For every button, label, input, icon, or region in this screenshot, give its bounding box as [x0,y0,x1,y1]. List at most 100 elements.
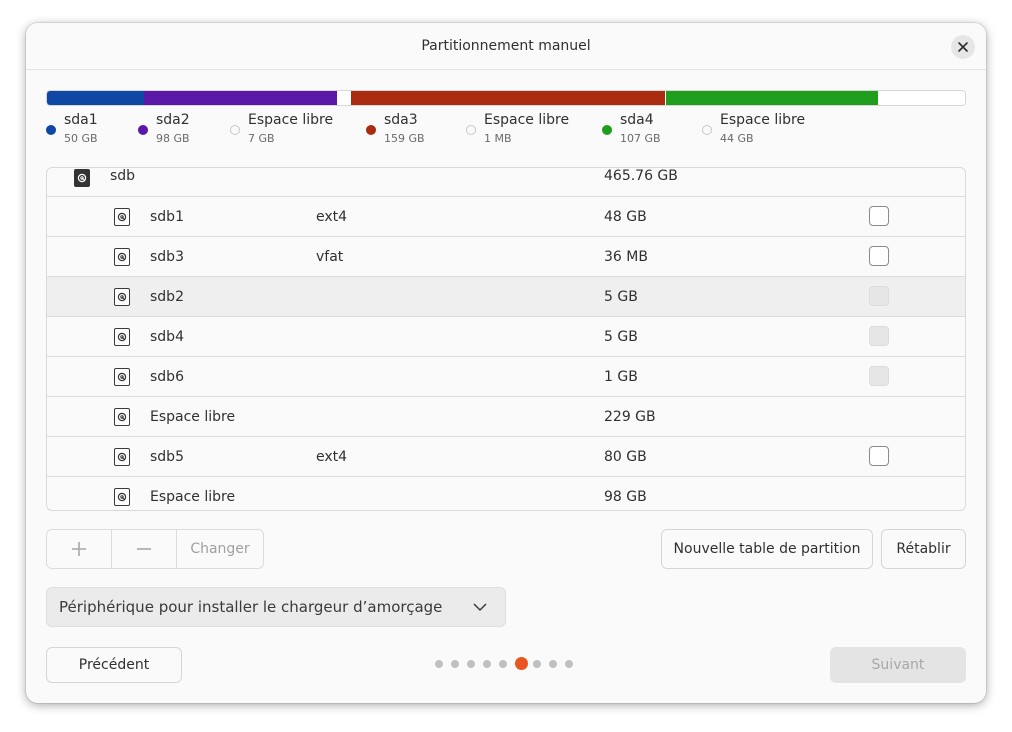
partition-name: sdb3 [150,249,184,265]
next-button[interactable]: Suivant [830,647,966,683]
page-dot-active [515,657,528,670]
legend-size: 7 GB [248,132,275,145]
partition-filesystem: ext4 [316,209,348,225]
partition-row[interactable]: sdb6 1 GB [47,356,965,396]
format-checkbox[interactable] [869,246,889,266]
window-title: Partitionnement manuel [421,38,591,54]
partition-edit-group: Changer [46,529,264,569]
partition-row[interactable]: sdb3 vfat 36 MB [47,236,965,276]
partition-name: sdb4 [150,329,184,345]
disk-row[interactable]: sdb 465.76 GB [47,168,965,196]
partition-size: 80 GB [604,449,647,465]
partition-icon [114,248,130,266]
legend-color-dot [230,125,240,135]
partition-size: 36 MB [604,249,648,265]
revert-button[interactable]: Rétablir [881,529,966,569]
partition-filesystem: ext4 [316,449,348,465]
legend-name: sda4 [620,112,654,128]
bootloader-device-label: Périphérique pour installer le chargeur … [59,598,443,616]
bootloader-device-dropdown[interactable]: Périphérique pour installer le chargeur … [46,587,506,627]
legend-size: 159 GB [384,132,425,145]
partition-size: 5 GB [604,329,638,345]
back-button[interactable]: Précédent [46,647,182,683]
partition-icon [114,288,130,306]
partition-row[interactable]: Espace libre 229 GB [47,396,965,436]
partition-size: 5 GB [604,289,638,305]
partition-name: sdb6 [150,369,184,385]
disk-name: sdb [110,168,136,184]
partition-icon [114,328,130,346]
page-dot [483,660,491,668]
new-partition-table-button[interactable]: Nouvelle table de partition [661,529,873,569]
format-checkbox[interactable] [869,206,889,226]
legend-name: Espace libre [484,112,570,128]
disk-icon [74,169,90,187]
legend-color-dot [466,125,476,135]
usage-segment [666,91,878,105]
legend-name: Espace libre [720,112,806,128]
legend-size: 1 MB [484,132,512,145]
change-button[interactable]: Changer [176,530,263,568]
format-checkbox [869,326,889,346]
partition-row[interactable]: sdb2 5 GB [47,276,965,316]
partition-row[interactable]: sdb5 ext4 80 GB [47,436,965,476]
partition-name: Espace libre [150,489,236,505]
legend-name: sda3 [384,112,418,128]
partition-name: sdb2 [150,289,184,305]
partition-name: Espace libre [150,409,236,425]
page-dot [499,660,507,668]
format-checkbox [869,286,889,306]
usage-segment [47,91,144,105]
legend-size: 44 GB [720,132,754,145]
partition-size: 229 GB [604,409,656,425]
remove-partition-button[interactable] [111,530,176,568]
partition-name: sdb1 [150,209,184,225]
plus-icon [72,542,86,556]
partition-icon [114,368,130,386]
legend-name: sda2 [156,112,190,128]
page-dot [435,660,443,668]
close-icon [958,42,968,52]
disk-usage-bar [46,90,966,106]
usage-legend: sda1 50 GB sda2 98 GB Espace libre 7 GB sda3 15… [26,112,986,152]
legend-size: 107 GB [620,132,661,145]
page-dot [533,660,541,668]
partition-icon [114,448,130,466]
usage-segment [878,91,965,105]
partition-table[interactable]: sdb 465.76 GB sdb1 ext4 48 GB sdb3 vfat 36 MB… [46,167,966,511]
legend-color-dot [602,125,612,135]
page-dot [467,660,475,668]
format-checkbox[interactable] [869,446,889,466]
format-checkbox [869,366,889,386]
disk-size: 465.76 GB [604,168,678,184]
legend-color-dot [702,125,712,135]
close-button[interactable] [951,35,975,59]
minus-icon [137,548,151,550]
partition-size: 1 GB [604,369,638,385]
partition-row[interactable]: Espace libre 98 GB [47,476,965,510]
page-dot [451,660,459,668]
partitioning-dialog: Partitionnement manuel sda1 50 GB sda2 98 G… [26,23,986,703]
chevron-down-icon [473,603,487,612]
title-bar: Partitionnement manuel [26,23,986,70]
usage-segment [351,91,665,105]
partition-size: 48 GB [604,209,647,225]
partition-icon [114,408,130,426]
partition-row[interactable]: sdb4 5 GB [47,316,965,356]
legend-color-dot [138,125,148,135]
legend-name: sda1 [64,112,98,128]
partition-icon [114,488,130,506]
partition-name: sdb5 [150,449,184,465]
legend-size: 50 GB [64,132,98,145]
partition-row[interactable]: sdb1 ext4 48 GB [47,196,965,236]
legend-size: 98 GB [156,132,190,145]
page-dot [565,660,573,668]
usage-segment [337,91,351,105]
page-dot [549,660,557,668]
legend-color-dot [46,125,56,135]
partition-filesystem: vfat [316,249,344,265]
add-partition-button[interactable] [47,530,111,568]
legend-name: Espace libre [248,112,334,128]
partition-icon [114,208,130,226]
usage-segment [144,91,337,105]
